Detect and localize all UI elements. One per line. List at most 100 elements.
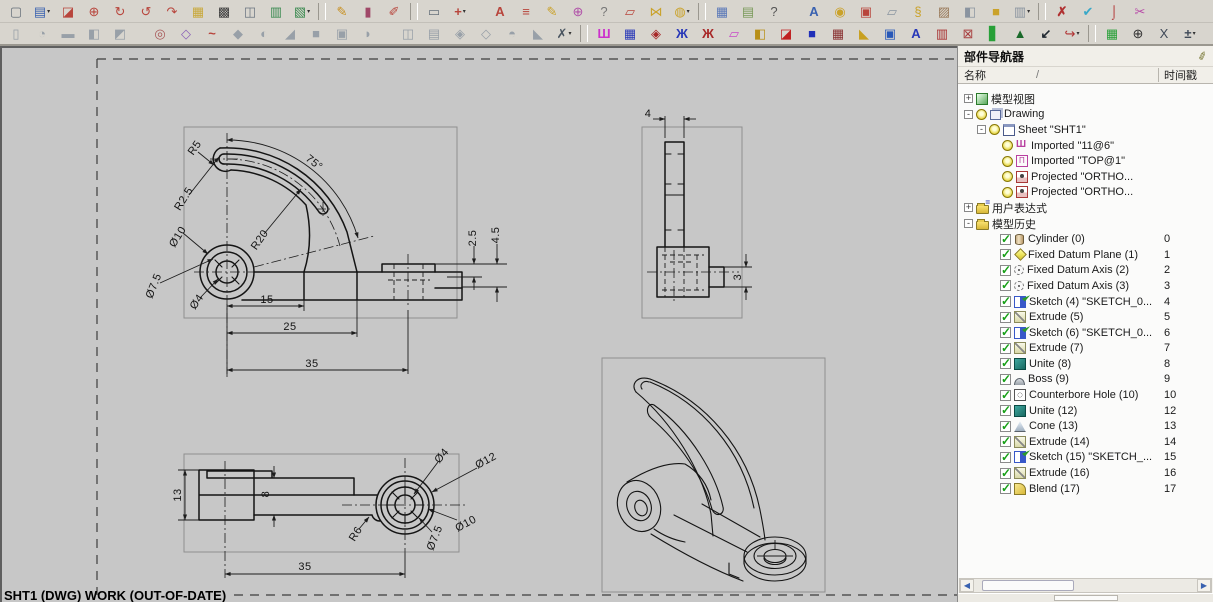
visibility-checkbox[interactable] — [1000, 481, 1011, 495]
tree-item-label[interactable]: Cylinder (0) — [1028, 233, 1085, 245]
toolbar-button[interactable]: ◐ — [251, 24, 277, 44]
toolbar-button[interactable] — [133, 24, 147, 44]
visibility-checkbox[interactable] — [1000, 325, 1011, 339]
toolbar-button[interactable]: ◈ — [447, 24, 473, 44]
toolbar-button[interactable]: ⋈ — [643, 1, 669, 21]
dropdown-caret-icon[interactable]: ▾ — [47, 8, 50, 15]
expander-toggle[interactable]: + — [964, 94, 973, 104]
tree-row[interactable]: Imported "TOP@1" — [958, 153, 1213, 169]
tree-row[interactable]: Projected "ORTHO... — [958, 169, 1213, 185]
toolbar-button[interactable]: ◍ ▾ — [669, 1, 695, 21]
toolbar-button[interactable]: ▨ — [931, 1, 957, 21]
toolbar-button[interactable]: ◉ — [827, 1, 853, 21]
tree-row[interactable]: Cone (13) 13 — [958, 418, 1213, 434]
visibility-checkbox[interactable] — [1000, 466, 1011, 480]
toolbar-button[interactable]: ✔ — [1075, 1, 1101, 21]
tree-item-label[interactable]: Imported "11@6" — [1031, 140, 1114, 152]
tree-row[interactable]: - Sheet "SHT1" — [958, 122, 1213, 138]
toolbar-button[interactable]: + ▾ — [447, 1, 473, 21]
tree-row[interactable]: Extrude (5) 5 — [958, 309, 1213, 325]
toolbar-button[interactable]: ◈ — [643, 24, 669, 44]
tree-row[interactable]: Projected "ORTHO... — [958, 185, 1213, 201]
toolbar-button[interactable]: ▦ — [709, 1, 735, 21]
tree-item-label[interactable]: Blend (17) — [1029, 483, 1080, 495]
visibility-checkbox[interactable] — [1000, 372, 1011, 386]
toolbar-button[interactable]: ◢ — [277, 24, 303, 44]
toolbar-button[interactable]: ▣ — [329, 24, 355, 44]
toolbar-button[interactable]: ◇ — [173, 24, 199, 44]
tree-row[interactable]: Sketch (15) "SKETCH_... 15 — [958, 450, 1213, 466]
dropdown-caret-icon[interactable]: ▾ — [1076, 30, 1079, 37]
toolbar-button[interactable] — [1088, 25, 1096, 42]
visibility-checkbox[interactable] — [1000, 232, 1011, 246]
pin-icon[interactable]: ✐ — [1196, 48, 1209, 63]
tree-item-label[interactable]: Boss (9) — [1028, 373, 1069, 385]
toolbar-button[interactable]: ◓ — [499, 24, 525, 44]
tree-item-label[interactable]: Extrude (16) — [1029, 467, 1090, 479]
tree-row[interactable]: + 模型视图 — [958, 91, 1213, 107]
expander-toggle[interactable]: + — [964, 203, 973, 213]
toolbar-button[interactable] — [381, 24, 395, 44]
sort-indicator-icon[interactable]: / — [1036, 69, 1039, 81]
toolbar-button[interactable]: ◧ — [747, 24, 773, 44]
toolbar-button[interactable]: ▦ — [185, 1, 211, 21]
toolbar-button[interactable]: ≡ — [513, 1, 539, 21]
toolbar-button[interactable]: ◫ — [395, 24, 421, 44]
tree-item-label[interactable]: Counterbore Hole (10) — [1029, 389, 1138, 401]
toolbar-button[interactable]: ◣ — [525, 24, 551, 44]
tree-row[interactable]: Extrude (7) 7 — [958, 341, 1213, 357]
toolbar-button[interactable]: ▦ — [617, 24, 643, 44]
toolbar-button[interactable]: ■ — [799, 24, 825, 44]
toolbar-button[interactable] — [580, 25, 588, 42]
toolbar-button[interactable]: ◪ — [773, 24, 799, 44]
tree-item-label[interactable]: Unite (8) — [1029, 358, 1071, 370]
tree-row[interactable]: Cylinder (0) 0 — [958, 231, 1213, 247]
toolbar-button[interactable]: ▯ — [3, 24, 29, 44]
tree-item-label[interactable]: Sheet "SHT1" — [1018, 124, 1086, 136]
toolbar-button[interactable]: ▥ — [263, 1, 289, 21]
tree-item-label[interactable]: Sketch (15) "SKETCH_... — [1029, 451, 1152, 463]
toolbar-button[interactable]: ◪ — [55, 1, 81, 21]
toolbar-button[interactable]: ✎ — [539, 1, 565, 21]
toolbar-button[interactable]: ⊕ — [565, 1, 591, 21]
toolbar-button[interactable]: ↺ — [133, 1, 159, 21]
toolbar-button[interactable]: A — [487, 1, 513, 21]
tree-row[interactable]: Unite (8) 8 — [958, 356, 1213, 372]
toolbar-button[interactable]: Ш — [591, 24, 617, 44]
toolbar-button[interactable] — [1038, 2, 1046, 20]
toolbar-button[interactable]: ▮ — [355, 1, 381, 21]
tree-row[interactable]: Counterbore Hole (10) 10 — [958, 387, 1213, 403]
visibility-checkbox[interactable] — [1000, 310, 1011, 324]
dropdown-caret-icon[interactable]: ▾ — [307, 8, 310, 15]
tree-item-label[interactable]: Cone (13) — [1029, 420, 1078, 432]
toolbar-button[interactable]: ⌡ — [1101, 1, 1127, 21]
toolbar-button[interactable]: ◧ — [81, 24, 107, 44]
scrollbar-thumb[interactable] — [982, 580, 1074, 591]
toolbar-button[interactable] — [787, 1, 801, 21]
tree-row[interactable]: Fixed Datum Plane (1) 1 — [958, 247, 1213, 263]
toolbar-button[interactable]: ◧ — [957, 1, 983, 21]
tree-item-label[interactable]: Sketch (6) "SKETCH_0... — [1029, 327, 1152, 339]
splitter-grip[interactable] — [1053, 595, 1118, 601]
toolbar-button[interactable]: ✎ — [329, 1, 355, 21]
toolbar-button[interactable]: ▦ — [1099, 24, 1125, 44]
toolbar-button[interactable]: ▲ — [1007, 24, 1033, 44]
toolbar-button[interactable]: ▱ — [721, 24, 747, 44]
toolbar-button[interactable] — [698, 2, 706, 20]
toolbar-button[interactable]: ▱ — [617, 1, 643, 21]
tree-row[interactable]: Imported "11@6" — [958, 138, 1213, 154]
tree-item-label[interactable]: Extrude (7) — [1029, 342, 1083, 354]
panel-splitter[interactable] — [958, 593, 1213, 602]
toolbar-button[interactable]: A — [903, 24, 929, 44]
tree-item-label[interactable]: 模型视图 — [991, 91, 1035, 107]
visibility-checkbox[interactable] — [1000, 403, 1011, 417]
tree-row[interactable]: + 用户表达式 — [958, 198, 1213, 216]
toolbar-button[interactable]: ▢ — [3, 1, 29, 21]
visibility-checkbox[interactable] — [1000, 419, 1011, 433]
toolbar-button[interactable]: X — [1151, 24, 1177, 44]
toolbar-button[interactable]: ↻ — [107, 1, 133, 21]
dropdown-caret-icon[interactable]: ▾ — [1193, 30, 1196, 37]
tree-item-label[interactable]: Fixed Datum Plane (1) — [1028, 249, 1138, 261]
expander-toggle[interactable]: - — [964, 109, 973, 119]
toolbar-button[interactable]: ✗ — [1049, 1, 1075, 21]
